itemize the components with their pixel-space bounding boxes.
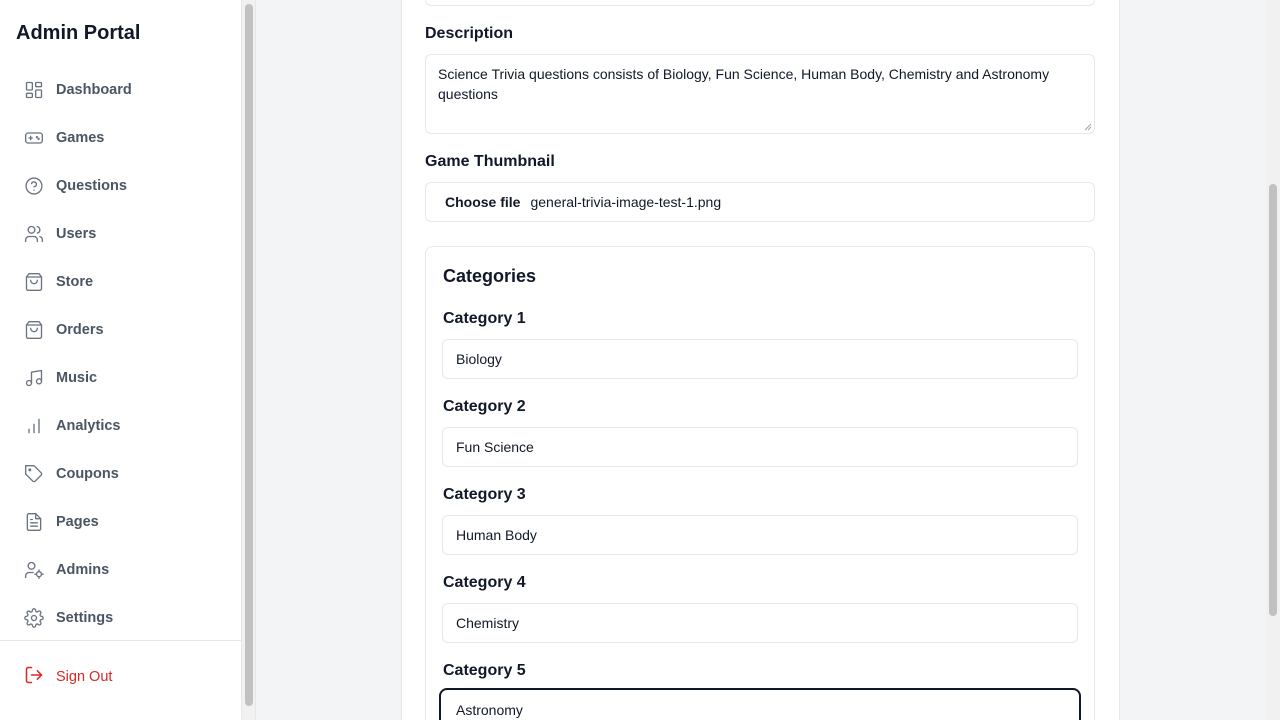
- sidebar-nav: Dashboard Games Questions Users Store Or…: [0, 66, 241, 642]
- sidebar-item-label: Games: [56, 130, 105, 146]
- sidebar-scrollbar-thumb[interactable]: [245, 4, 253, 706]
- description-textarea[interactable]: Science Trivia questions consists of Bio…: [425, 54, 1095, 134]
- gear-icon: [24, 608, 44, 628]
- sidebar-item-coupons[interactable]: Coupons: [0, 450, 241, 498]
- category-5-value: Astronomy: [456, 702, 523, 718]
- category-2-label: Category 2: [443, 398, 526, 415]
- sidebar-item-label: Settings: [56, 610, 114, 626]
- sidebar-item-label: Music: [56, 370, 98, 386]
- choose-file-button[interactable]: Choose file: [445, 194, 520, 210]
- file-name: general-trivia-image-test-1.png: [530, 194, 722, 210]
- sidebar-item-questions[interactable]: Questions: [0, 162, 241, 210]
- sidebar-item-label: Users: [56, 226, 97, 242]
- sidebar-item-label: Coupons: [56, 466, 119, 482]
- sidebar-item-label: Questions: [56, 178, 127, 194]
- log-out-icon: [24, 665, 56, 689]
- category-2-value: Fun Science: [456, 439, 534, 455]
- main-scrollbar-thumb[interactable]: [1269, 184, 1277, 616]
- sidebar-item-music[interactable]: Music: [0, 354, 241, 402]
- brand-title: Admin Portal: [16, 22, 141, 44]
- resize-handle-icon[interactable]: [1084, 123, 1092, 131]
- tag-icon: [24, 464, 44, 484]
- file-text-icon: [24, 512, 44, 532]
- category-4-label: Category 4: [443, 574, 526, 591]
- sidebar-divider: [0, 640, 241, 641]
- user-cog-icon: [24, 560, 44, 580]
- sidebar-item-settings[interactable]: Settings: [0, 594, 241, 642]
- sign-out-button[interactable]: Sign Out: [0, 653, 241, 701]
- sidebar-item-dashboard[interactable]: Dashboard: [0, 66, 241, 114]
- sidebar-item-label: Store: [56, 274, 94, 290]
- shopping-bag-icon: [24, 272, 44, 292]
- sidebar-item-pages[interactable]: Pages: [0, 498, 241, 546]
- thumbnail-file-input[interactable]: Choose file general-trivia-image-test-1.…: [425, 182, 1095, 222]
- game-name-input[interactable]: [425, 0, 1095, 6]
- category-5-label: Category 5: [443, 662, 526, 679]
- sidebar-item-admins[interactable]: Admins: [0, 546, 241, 594]
- dashboard-icon: [24, 80, 44, 100]
- category-3-label: Category 3: [443, 486, 526, 503]
- description-text: Science Trivia questions consists of Bio…: [438, 66, 1050, 102]
- sidebar-item-orders[interactable]: Orders: [0, 306, 241, 354]
- sidebar-item-label: Admins: [56, 562, 110, 578]
- sign-out-label: Sign Out: [56, 669, 113, 685]
- sidebar-item-label: Dashboard: [56, 82, 132, 98]
- description-label: Description: [425, 25, 514, 42]
- category-1-input[interactable]: Biology: [442, 339, 1078, 379]
- music-icon: [24, 368, 44, 388]
- sidebar-item-label: Analytics: [56, 418, 121, 434]
- category-2-input[interactable]: Fun Science: [442, 427, 1078, 467]
- category-4-value: Chemistry: [456, 615, 520, 631]
- category-1-label: Category 1: [443, 310, 526, 327]
- sidebar-item-users[interactable]: Users: [0, 210, 241, 258]
- categories-title: Categories: [443, 266, 537, 286]
- users-icon: [24, 224, 44, 244]
- category-1-value: Biology: [456, 351, 502, 367]
- category-4-input[interactable]: Chemistry: [442, 603, 1078, 643]
- gamepad-icon: [24, 128, 44, 148]
- sidebar-item-analytics[interactable]: Analytics: [0, 402, 241, 450]
- sidebar: Admin Portal Dashboard Games Questions U…: [0, 0, 242, 720]
- category-3-value: Human Body: [456, 527, 537, 543]
- sidebar-item-label: Orders: [56, 322, 104, 338]
- sidebar-item-label: Pages: [56, 514, 99, 530]
- bar-chart-icon: [24, 416, 44, 436]
- category-3-input[interactable]: Human Body: [442, 515, 1078, 555]
- shopping-bag-icon: [24, 320, 44, 340]
- sidebar-item-store[interactable]: Store: [0, 258, 241, 306]
- sidebar-item-games[interactable]: Games: [0, 114, 241, 162]
- category-5-input[interactable]: Astronomy: [439, 688, 1081, 720]
- help-circle-icon: [24, 176, 44, 196]
- thumbnail-label: Game Thumbnail: [425, 153, 555, 170]
